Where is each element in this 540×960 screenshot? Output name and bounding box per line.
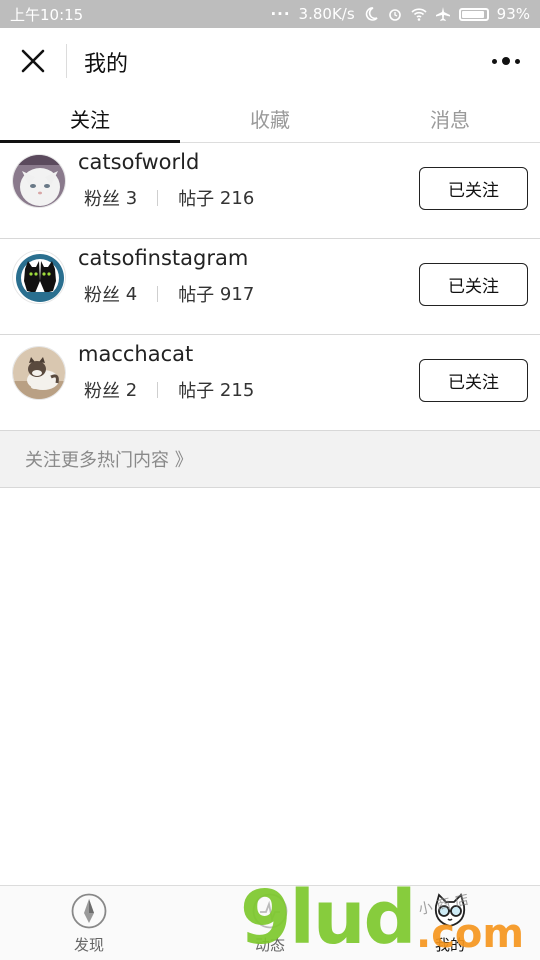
- status-dots: ···: [270, 5, 291, 23]
- more-button[interactable]: [486, 44, 526, 78]
- bottom-tab-discover[interactable]: 发现: [44, 892, 134, 955]
- posts-count: 216: [219, 187, 255, 209]
- stat-divider: [157, 382, 159, 398]
- wifi-icon: [411, 8, 427, 21]
- status-bar: 上午10:15 ··· 3.80K/s 93%: [0, 0, 540, 28]
- fans-count: 2: [125, 379, 138, 401]
- fans-count: 4: [125, 283, 138, 305]
- bottom-tab-label: 我的: [434, 936, 465, 954]
- avatar[interactable]: [12, 154, 66, 208]
- moon-icon: [365, 7, 378, 21]
- tab-bar: 关注 收藏 消息: [0, 94, 540, 143]
- avatar[interactable]: [12, 250, 66, 304]
- alarm-icon: [388, 9, 401, 21]
- close-button[interactable]: [14, 42, 52, 80]
- posts-label: 帖子: [178, 381, 215, 402]
- battery-percent: 93%: [496, 5, 530, 23]
- network-speed: 3.80K/s: [298, 5, 355, 23]
- follow-list: catsofworld 粉丝 3 帖子 216 已关注 catsofinstag…: [0, 143, 540, 431]
- white-cat-avatar: [13, 155, 65, 207]
- fans-label: 粉丝: [84, 189, 120, 210]
- stat-divider: [157, 286, 159, 302]
- tab-favorites[interactable]: 收藏: [180, 94, 360, 142]
- cat-glasses-icon: [434, 893, 466, 927]
- tab-messages[interactable]: 消息: [360, 94, 540, 142]
- list-item[interactable]: macchacat 粉丝 2 帖子 215 已关注: [0, 335, 540, 431]
- header-divider: [66, 44, 67, 78]
- battery-fill: [461, 10, 484, 18]
- follow-more-link[interactable]: 关注更多热门内容 》: [0, 431, 540, 488]
- fans-label: 粉丝: [84, 285, 120, 306]
- activity-icon: [252, 893, 288, 929]
- bottom-tab-activity[interactable]: 动态: [225, 892, 315, 955]
- tabby-cat-avatar: [13, 347, 65, 399]
- user-stats: 粉丝 3 帖子 216: [84, 185, 254, 211]
- fans-count: 3: [125, 187, 138, 209]
- stat-divider: [157, 190, 159, 206]
- followed-button[interactable]: 已关注: [419, 359, 528, 402]
- battery-icon: [458, 7, 489, 21]
- close-icon: [21, 49, 45, 73]
- posts-count: 917: [219, 283, 255, 305]
- user-stats: 粉丝 4 帖子 917: [84, 281, 254, 307]
- more-dots-icon: [492, 58, 497, 64]
- status-right: ··· 3.80K/s 93%: [270, 5, 530, 23]
- status-time: 上午10:15: [10, 5, 84, 24]
- posts-label: 帖子: [178, 189, 215, 210]
- bottom-tab-label: 动态: [254, 936, 285, 954]
- avatar[interactable]: [12, 346, 66, 400]
- nav-header: 我的: [0, 28, 540, 94]
- bottom-tab-mine[interactable]: 我的: [405, 892, 495, 955]
- user-name[interactable]: catsofworld: [78, 150, 199, 174]
- bottom-tab-label: 发现: [73, 936, 104, 954]
- more-dots-icon: [515, 58, 520, 64]
- followed-button[interactable]: 已关注: [419, 263, 528, 306]
- airplane-icon: [435, 7, 450, 21]
- bottom-nav: 发现 动态 我的: [0, 885, 540, 960]
- black-cats-logo-avatar: [13, 251, 65, 303]
- compass-icon: [71, 893, 107, 929]
- user-name[interactable]: macchacat: [78, 342, 193, 366]
- list-item[interactable]: catsofinstagram 粉丝 4 帖子 917 已关注: [0, 239, 540, 335]
- list-item[interactable]: catsofworld 粉丝 3 帖子 216 已关注: [0, 143, 540, 239]
- posts-count: 215: [219, 379, 255, 401]
- user-stats: 粉丝 2 帖子 215: [84, 377, 254, 403]
- fans-label: 粉丝: [84, 381, 120, 402]
- followed-button[interactable]: 已关注: [419, 167, 528, 210]
- page-title: 我的: [84, 52, 129, 77]
- user-name[interactable]: catsofinstagram: [78, 246, 248, 270]
- posts-label: 帖子: [178, 285, 215, 306]
- tab-follow[interactable]: 关注: [0, 94, 180, 143]
- more-dots-icon: [502, 57, 510, 65]
